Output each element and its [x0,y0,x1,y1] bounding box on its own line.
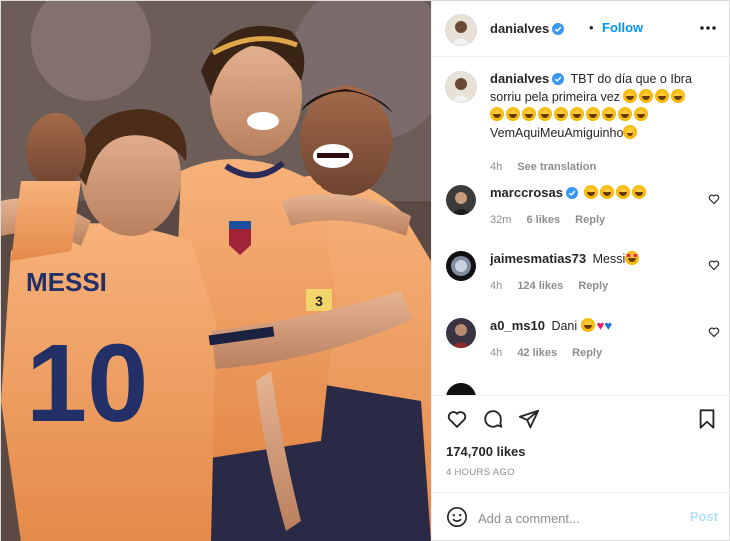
commenter-username[interactable]: a0_ms10 [490,318,545,333]
commenter-avatar[interactable] [446,251,476,281]
reply-button[interactable]: Reply [575,214,605,226]
paper-plane-icon[interactable] [518,408,540,430]
action-bar [432,395,730,441]
author-username[interactable]: danialves [490,21,565,36]
laughing-emoji-icon [490,107,504,121]
comment-time: 4h [490,347,503,359]
likes-count[interactable]: 174,700 likes [446,444,526,459]
verified-badge-icon [552,73,565,85]
laughing-emoji-icon [639,89,654,103]
more-horizontal-icon[interactable] [698,19,718,37]
comment-bubble-icon[interactable] [482,408,504,430]
caption: danialves TBT do día que o Ibra sorriu p… [432,70,730,180]
laughing-emoji-icon [586,107,600,121]
reply-button[interactable]: Reply [578,280,608,292]
see-translation-link[interactable]: See translation [517,161,596,173]
sleeve-badge-text: 3 [315,293,323,309]
caption-avatar[interactable] [446,72,476,102]
blue-heart-icon: ♥ [604,318,613,333]
comment-text: marccrosas [490,184,696,202]
verified-badge-icon [566,187,578,199]
laughing-emoji-icon [671,89,686,103]
wink-emoji-icon [623,125,638,139]
caption-line1: TBT do día que o Ibra [570,72,692,86]
comment-likes[interactable]: 42 likes [517,347,557,359]
commenter-avatar[interactable] [446,383,476,395]
comment-meta: 4h 42 likes Reply [490,347,614,359]
commenter-username[interactable]: jaimesmatias73 [490,251,586,266]
laughing-emoji-icon [623,89,638,103]
like-comment-heart-icon[interactable] [708,193,720,205]
laughing-emoji-icon [554,107,568,121]
post-comment-button[interactable]: Post [690,509,718,524]
post-photo[interactable]: 3 MESSI 10 [1,1,431,541]
laughing-emoji-icon [600,185,615,199]
caption-meta: 4h See translation [490,161,608,173]
heart-outline-icon[interactable] [446,408,468,430]
comment-likes[interactable]: 124 likes [517,280,563,292]
caption-line2: sorriu pela primeira vez [490,90,620,104]
laughing-emoji-icon [618,107,632,121]
jersey-number-text: 10 [26,322,148,445]
laughing-emoji-icon [538,107,552,121]
follow-button[interactable]: Follow [602,20,643,35]
post-header: danialves • Follow [432,1,730,57]
laughing-emoji-icon [570,107,584,121]
commenter-avatar[interactable] [446,185,476,215]
laughing-emoji-icon [634,107,648,121]
smiley-icon[interactable] [446,506,468,528]
comment-item: jaimesmatias73 Messi 4h 124 likes Reply [432,250,730,312]
comment-meta: 4h 124 likes Reply [490,280,620,292]
laughing-emoji-icon [522,107,536,121]
instagram-post: 3 MESSI 10 danialves • Follow danialves … [0,0,730,541]
comment-text: jaimesmatias73 Messi [490,250,696,268]
verified-badge-icon [552,23,565,35]
commenter-avatar[interactable] [446,318,476,348]
comment-item-partial [432,383,730,395]
jersey-name-text: MESSI [26,267,107,297]
laughing-emoji-icon [632,185,647,199]
comment-likes[interactable]: 6 likes [526,214,560,226]
smiling-emoji-icon [580,318,595,332]
laughing-emoji-icon [584,185,599,199]
comment-item: a0_ms10 Dani ♥♥ 4h 42 likes Reply [432,317,730,379]
laughing-emoji-icon [602,107,616,121]
comment-item: marccrosas 32m 6 likes Reply [432,184,730,246]
laughing-emoji-icon [616,185,631,199]
bookmark-icon[interactable] [696,408,718,430]
caption-hashtag[interactable]: VemAquiMeuAmiguinho [490,126,623,140]
author-avatar[interactable] [446,15,476,45]
like-comment-heart-icon[interactable] [708,326,720,338]
commenter-username[interactable]: marccrosas [490,185,578,200]
comment-time: 32m [490,214,512,226]
post-details-panel: danialves • Follow danialves TBT do día … [431,1,730,541]
post-timestamp[interactable]: 4 HOURS AGO [446,467,515,478]
comment-content: Messi [592,252,626,266]
reply-button[interactable]: Reply [572,347,602,359]
comments-list[interactable]: danialves TBT do día que o Ibra sorriu p… [432,58,730,395]
comment-meta: 32m 6 likes Reply [490,214,617,226]
caption-text: danialves TBT do día que o Ibra sorriu p… [490,70,696,142]
caption-username[interactable]: danialves [490,71,565,86]
add-comment-bar: Post [432,492,730,541]
comment-input[interactable] [478,507,678,529]
like-comment-heart-icon[interactable] [708,259,720,271]
caption-time: 4h [490,161,503,173]
football-celebration-image: 3 MESSI 10 [1,1,431,541]
red-heart-icon: ♥ [596,318,605,333]
separator-dot: • [589,20,594,35]
comment-text: a0_ms10 Dani ♥♥ [490,317,696,335]
comment-content: Dani [551,319,578,333]
laughing-emoji-icon [655,89,670,103]
comment-time: 4h [490,280,503,292]
laughing-emoji-icon [506,107,520,121]
heart-eyes-emoji-icon [625,251,640,265]
